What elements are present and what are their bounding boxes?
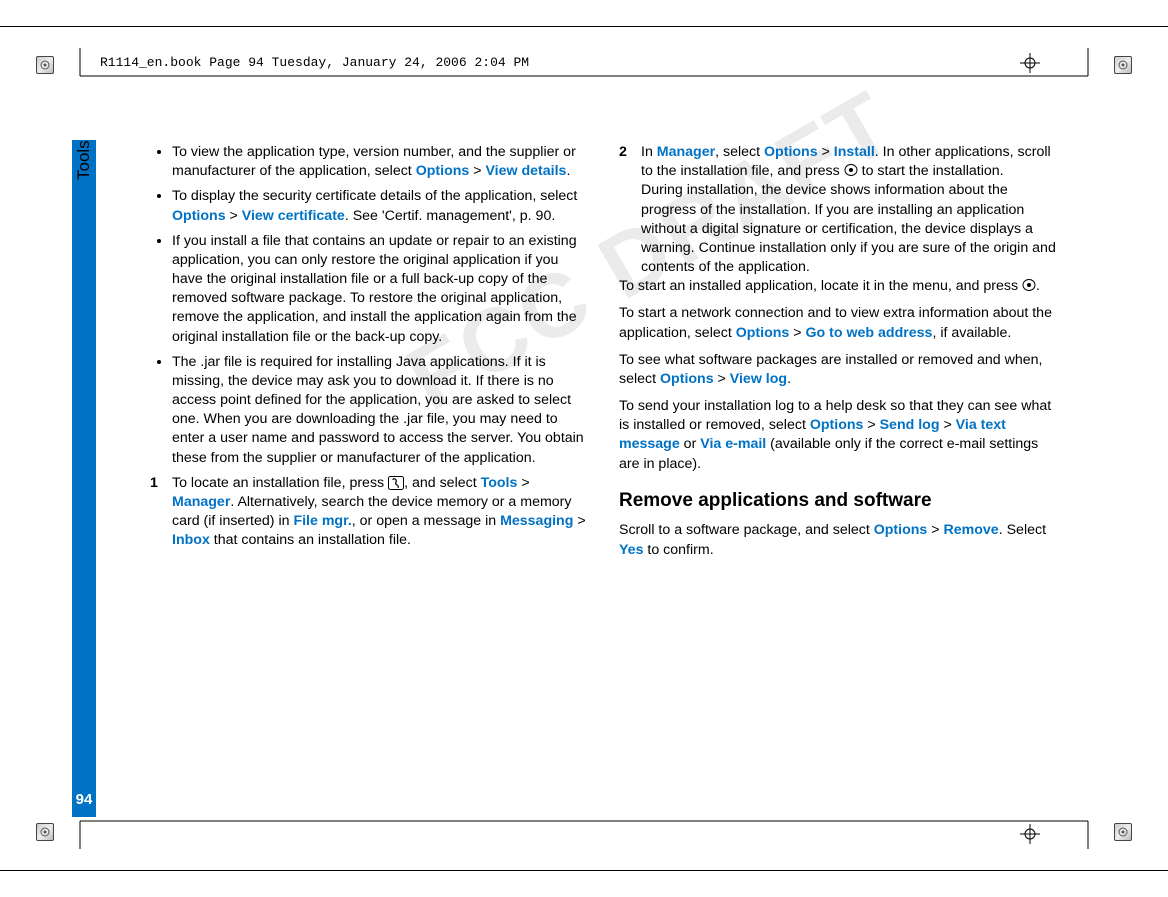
options-link: Options [172,208,226,224]
paragraph: Scroll to a software package, and select… [619,521,1060,559]
list-item: To view the application type, version nu… [172,143,591,181]
inbox-link: Inbox [172,532,210,548]
select-key-icon [1022,278,1036,292]
manager-link: Manager [172,494,230,510]
list-item: If you install a file that contains an u… [172,232,591,347]
step-item: To locate an installation file, press , … [172,474,591,551]
view-log-link: View log [730,371,787,387]
send-log-link: Send log [880,417,940,433]
menu-key-icon [388,476,404,490]
select-key-icon [844,163,858,177]
go-to-web-address-link: Go to web address [806,325,933,341]
page-ornament-icon [36,56,54,74]
paragraph: To start a network connection and to vie… [619,304,1060,342]
page-ornament-icon [1114,56,1132,74]
via-email-link: Via e-mail [700,436,766,452]
paragraph: To send your installation log to a help … [619,397,1060,474]
file-mgr-link: File mgr. [293,513,351,529]
tools-link: Tools [481,475,518,491]
bullet-list: To view the application type, version nu… [150,143,591,468]
page-body: To view the application type, version nu… [150,143,1060,567]
options-link: Options [736,325,790,341]
options-link: Options [764,144,818,160]
section-label: Tools [74,156,94,180]
subheading-remove-apps: Remove applications and software [619,488,1060,514]
list-item: To display the security certificate deta… [172,187,591,225]
options-link: Options [660,371,714,387]
paragraph: To see what software packages are instal… [619,351,1060,389]
step-item: In Manager, select Options > Install. In… [641,143,1060,277]
section-color-bar [72,140,96,817]
step-paragraph: During installation, the device shows in… [641,182,1056,275]
messaging-link: Messaging [500,513,573,529]
paragraph: To start an installed application, locat… [619,277,1060,296]
options-link: Options [874,522,928,538]
page-ornament-icon [36,823,54,841]
book-header-text: R1114_en.book Page 94 Tuesday, January 2… [100,55,529,70]
list-item: The .jar file is required for installing… [172,353,591,468]
view-details-link: View details [485,163,566,179]
view-certificate-link: View certificate [242,208,345,224]
editor-top-bar [0,0,1168,27]
options-link: Options [416,163,470,179]
manager-link: Manager [657,144,715,160]
remove-link: Remove [944,522,999,538]
page-number: 94 [72,781,96,817]
install-link: Install [834,144,875,160]
page-ornament-icon [1114,823,1132,841]
options-link: Options [810,417,864,433]
yes-link: Yes [619,542,643,558]
editor-bottom-bar [0,870,1168,897]
